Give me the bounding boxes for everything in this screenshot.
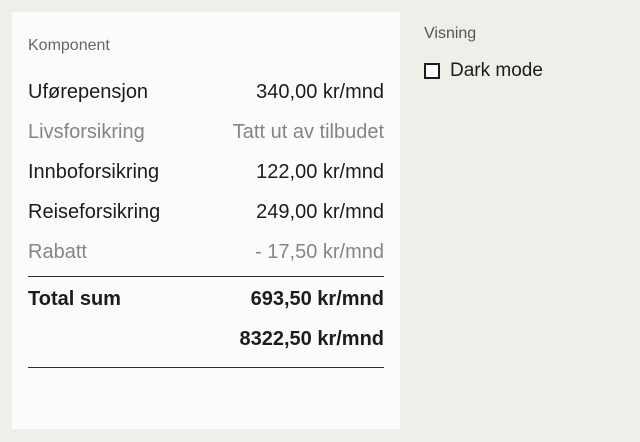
- total-value-secondary: 8322,50 kr/mnd: [239, 328, 384, 350]
- total-value-monthly: 693,50 kr/mnd: [250, 288, 384, 310]
- row-value: 249,00 kr/mnd: [256, 201, 384, 223]
- row-value: Tatt ut av tilbudet: [232, 121, 384, 143]
- row-value: 122,00 kr/mnd: [256, 161, 384, 183]
- row-label: Innboforsikring: [28, 161, 160, 183]
- card-header: Komponent: [28, 37, 110, 54]
- row-reiseforsikring: Reiseforsikring 249,00 kr/mnd: [28, 192, 384, 232]
- dark-mode-checkbox[interactable]: [424, 63, 440, 79]
- total-block: Total sum 693,50 kr/mnd 8322,50 kr/mnd: [28, 277, 384, 359]
- row-total-sum: Total sum 693,50 kr/mnd: [28, 279, 384, 319]
- row-total-sum-secondary: 8322,50 kr/mnd: [28, 319, 384, 359]
- component-rows: Uførepensjon 340,00 kr/mnd Livsforsikrin…: [28, 72, 384, 368]
- dark-mode-label: Dark mode: [450, 60, 543, 81]
- row-livsforsikring: Livsforsikring Tatt ut av tilbudet: [28, 112, 384, 152]
- total-label: Total sum: [28, 288, 121, 310]
- view-settings: Visning Dark mode: [424, 24, 624, 82]
- row-label: Livsforsikring: [28, 121, 145, 143]
- dark-mode-toggle[interactable]: Dark mode: [424, 60, 624, 82]
- row-value: 340,00 kr/mnd: [256, 81, 384, 103]
- row-value: - 17,50 kr/mnd: [255, 241, 384, 263]
- row-label: Uførepensjon: [28, 81, 149, 103]
- view-settings-title: Visning: [424, 25, 477, 42]
- row-uforepensjon: Uførepensjon 340,00 kr/mnd: [28, 72, 384, 112]
- price-summary-card: Komponent Uførepensjon 340,00 kr/mnd Liv…: [12, 12, 400, 429]
- row-label: Reiseforsikring: [28, 201, 161, 223]
- row-label: Rabatt: [28, 241, 87, 263]
- row-innboforsikring: Innboforsikring 122,00 kr/mnd: [28, 152, 384, 192]
- row-rabatt: Rabatt - 17,50 kr/mnd: [28, 232, 384, 272]
- total-divider-bottom: [28, 367, 384, 368]
